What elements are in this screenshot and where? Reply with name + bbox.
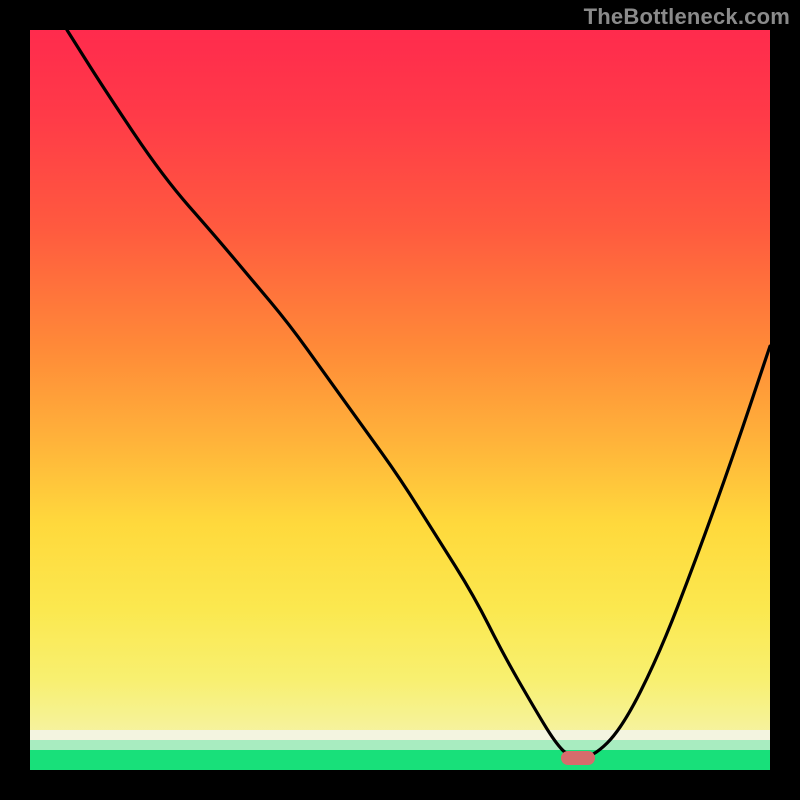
chart-frame: TheBottleneck.com (0, 0, 800, 800)
pale-band (30, 730, 770, 740)
gradient-background (30, 30, 770, 736)
green-strip (30, 750, 770, 770)
watermark-text: TheBottleneck.com (584, 4, 790, 30)
optimal-marker (561, 751, 595, 765)
plot-area (30, 30, 770, 770)
palegreen-strip (30, 740, 770, 750)
